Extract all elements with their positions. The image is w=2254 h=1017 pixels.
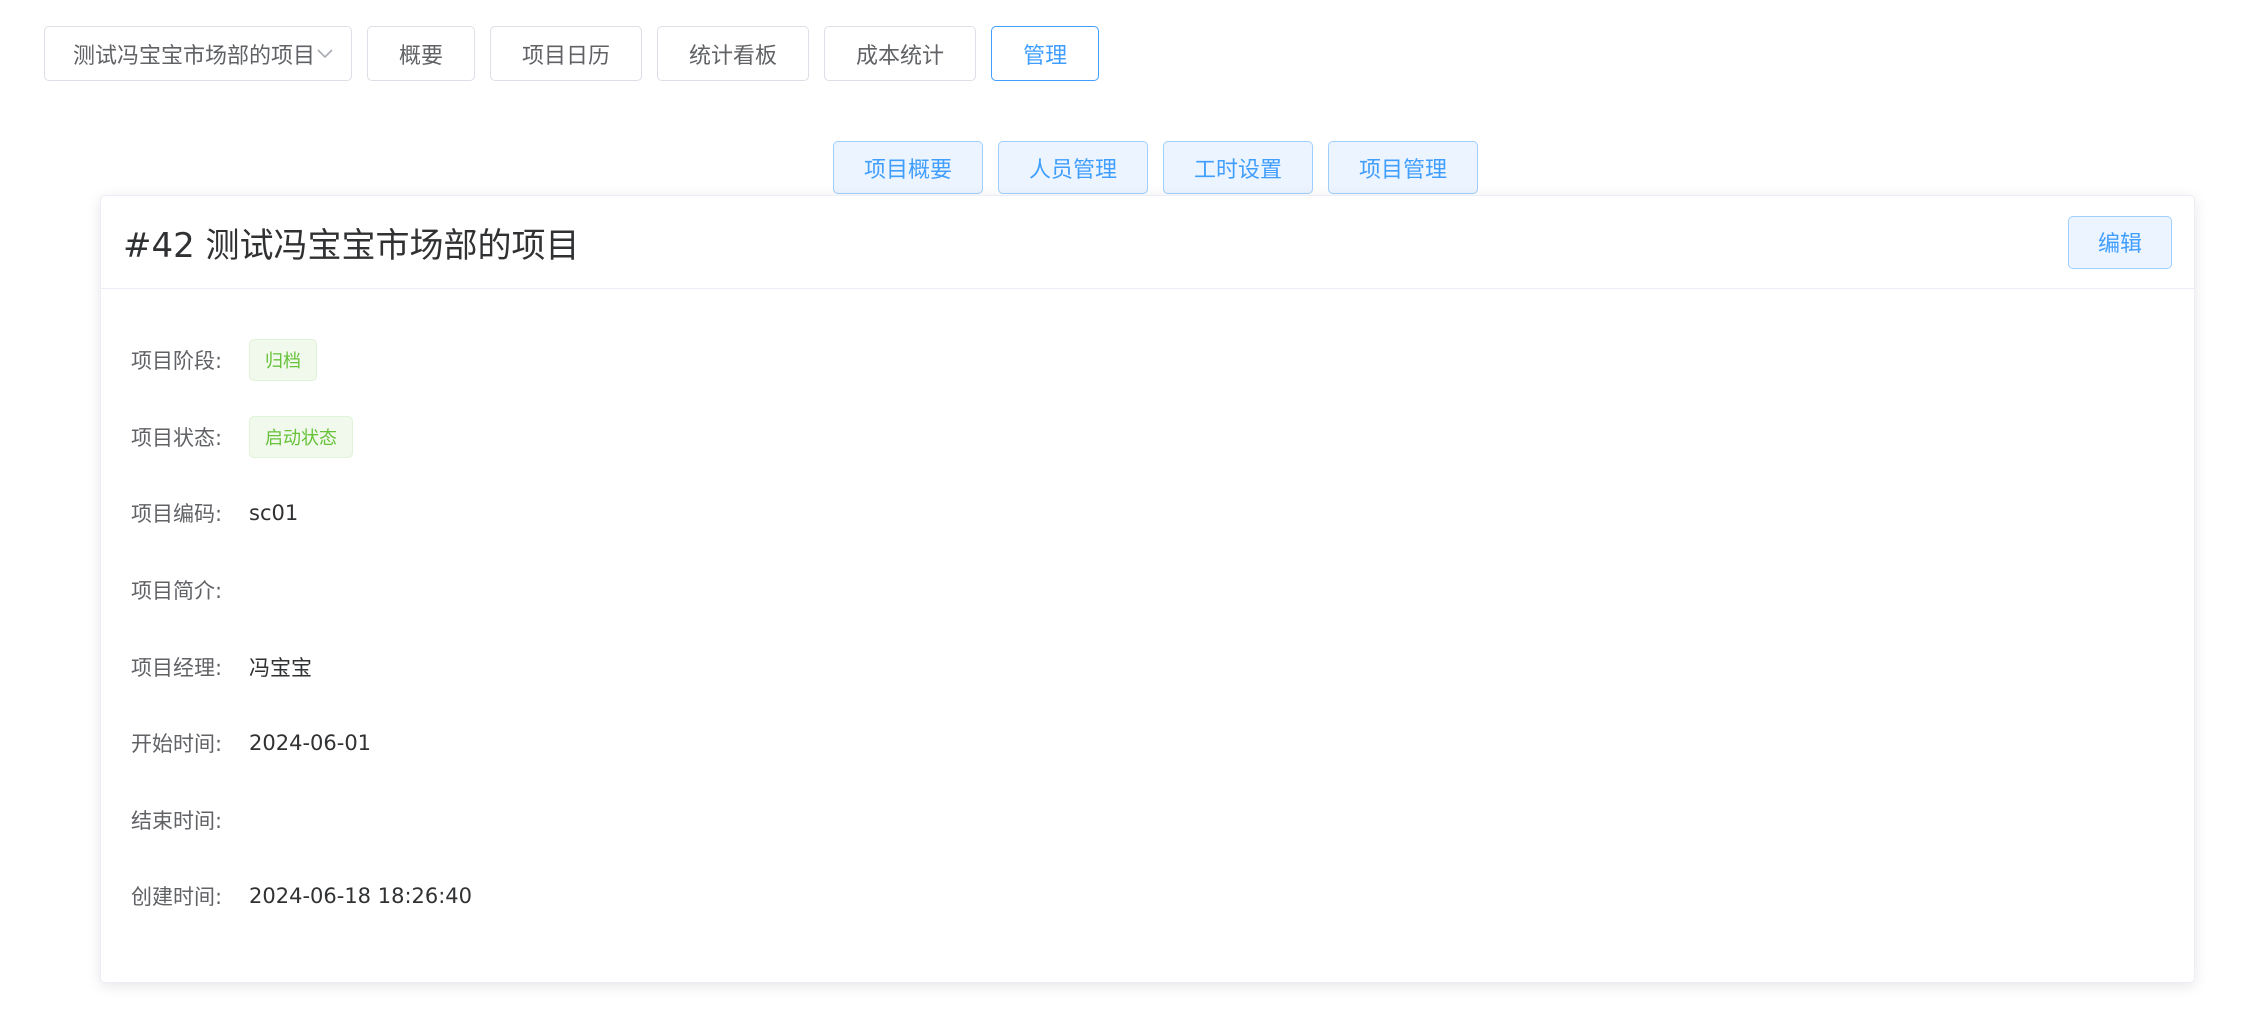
- card-header: #42 测试冯宝宝市场部的项目 编辑: [101, 196, 2194, 289]
- nav-button-manage[interactable]: 管理: [991, 26, 1100, 81]
- nav-button-cost[interactable]: 成本统计: [824, 26, 977, 81]
- field-label: 项目简介:: [131, 579, 223, 604]
- nav-button-calendar[interactable]: 项目日历: [490, 26, 643, 81]
- sub-tabs: 项目概要 人员管理 工时设置 项目管理: [833, 141, 1479, 194]
- tab-project-management[interactable]: 项目管理: [1328, 141, 1479, 194]
- field-label: 项目编码:: [131, 502, 223, 527]
- field-label: 开始时间:: [131, 732, 223, 757]
- nav-button-dashboard[interactable]: 统计看板: [657, 26, 810, 81]
- field-label: 项目阶段:: [131, 349, 223, 374]
- field-intro: 项目简介:: [131, 552, 2194, 629]
- nav-button-overview[interactable]: 概要: [367, 26, 476, 81]
- field-label: 项目状态:: [131, 425, 223, 450]
- field-value: 2024-06-01: [249, 731, 372, 756]
- field-status: 项目状态: 启动状态: [131, 399, 2194, 476]
- field-value: 2024-06-18 18:26:40: [249, 884, 473, 909]
- field-manager: 项目经理: 冯宝宝: [131, 628, 2194, 705]
- chevron-down-icon: [317, 44, 333, 63]
- field-value: 冯宝宝: [249, 655, 312, 680]
- page-title: #42 测试冯宝宝市场部的项目: [123, 225, 580, 266]
- card-body: 项目阶段: 归档 项目状态: 启动状态 项目编码: sc01 项目简介: 项目经…: [101, 289, 2194, 935]
- project-select-value: 测试冯宝宝市场部的项目: [73, 43, 316, 69]
- project-select[interactable]: 测试冯宝宝市场部的项目: [44, 26, 352, 81]
- tab-member-management[interactable]: 人员管理: [998, 141, 1149, 194]
- tab-worktime-settings[interactable]: 工时设置: [1163, 141, 1314, 194]
- field-start-time: 开始时间: 2024-06-01: [131, 705, 2194, 782]
- field-label: 项目经理:: [131, 655, 223, 680]
- field-value: sc01: [249, 501, 299, 526]
- top-navigation: 测试冯宝宝市场部的项目 概要 项目日历 统计看板 成本统计 管理: [44, 26, 1100, 81]
- field-stage: 项目阶段: 归档: [131, 322, 2194, 399]
- field-end-time: 结束时间:: [131, 782, 2194, 859]
- field-code: 项目编码: sc01: [131, 475, 2194, 552]
- edit-button[interactable]: 编辑: [2068, 215, 2172, 269]
- project-detail-card: #42 测试冯宝宝市场部的项目 编辑 项目阶段: 归档 项目状态: 启动状态 项…: [100, 195, 2195, 983]
- field-created-time: 创建时间: 2024-06-18 18:26:40: [131, 858, 2194, 935]
- field-label: 结束时间:: [131, 808, 223, 833]
- field-label: 创建时间:: [131, 885, 223, 910]
- status-tag: 启动状态: [249, 415, 353, 458]
- tab-project-overview[interactable]: 项目概要: [833, 141, 984, 194]
- stage-tag: 归档: [249, 339, 317, 382]
